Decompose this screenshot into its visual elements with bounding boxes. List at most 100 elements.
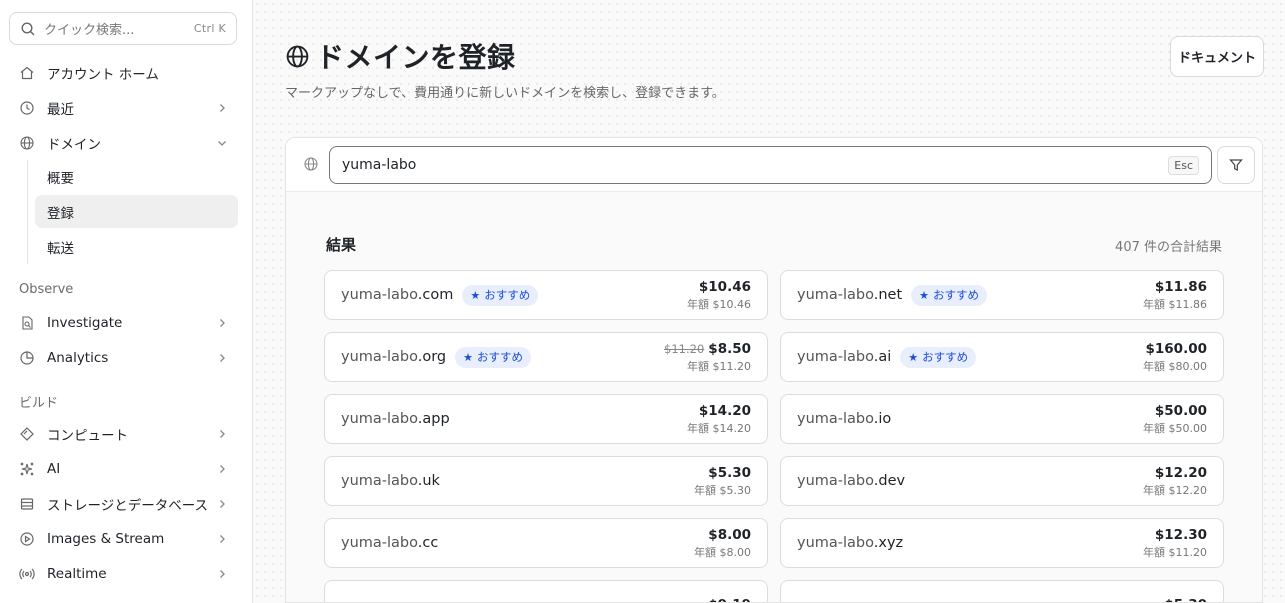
domain-result-card[interactable]: yuma-labo.net ★ おすすめ $11.86 年額 $11.86 (780, 270, 1224, 320)
domain-result-card[interactable]: $9.19 (324, 580, 768, 602)
nav-domains[interactable]: ドメイン (9, 127, 238, 159)
domain-name: yuma-labo.cc (341, 535, 438, 551)
domain-tld: .io (873, 411, 892, 427)
current-price: $5.30 (708, 464, 751, 481)
domain-base: yuma-labo (341, 411, 418, 427)
domain-result-card[interactable]: yuma-labo.org ★ おすすめ $11.20 $8.50 年額 $11.20 (324, 332, 768, 382)
search-icon (21, 21, 35, 35)
star-icon: ★ (908, 350, 919, 364)
star-icon: ★ (463, 350, 474, 364)
domain-result-card[interactable]: yuma-labo.xyz $12.30 年額 $11.20 (780, 518, 1224, 568)
recommended-badge: ★ おすすめ (455, 346, 532, 368)
price: $9.19 (708, 597, 751, 602)
nav-realtime[interactable]: Realtime (9, 558, 238, 590)
broadcast-icon (19, 568, 35, 580)
results-title: 結果 (326, 236, 357, 254)
nav-investigate[interactable]: Investigate (9, 307, 238, 339)
current-price: $11.86 (1154, 278, 1207, 295)
domain-result-card[interactable]: $5.30 (780, 580, 1224, 602)
compute-icon (20, 427, 34, 441)
domain-base: yuma-labo (797, 473, 874, 489)
page-header: ドメインを登録 (285, 36, 516, 76)
chevron-right-icon (220, 570, 225, 578)
section-observe: Observe (19, 282, 74, 297)
price: $12.20 (1143, 465, 1207, 481)
price-block: $12.20 年額 $12.20 (1143, 465, 1207, 498)
price-block: $160.00 年額 $80.00 (1143, 341, 1207, 374)
quick-search-input[interactable]: クイック検索... Ctrl K (9, 12, 237, 45)
current-price: $8.00 (708, 526, 751, 543)
nav-ai[interactable]: AI (9, 453, 238, 485)
domain-result-card[interactable]: yuma-labo.ai ★ おすすめ $160.00 年額 $80.00 (780, 332, 1224, 382)
price: $14.20 (687, 403, 751, 419)
search-placeholder: クイック検索... (44, 23, 135, 38)
page-subtitle: マークアップなしで、費用通りに新しいドメインを検索し、登録できます。 (285, 86, 725, 101)
section-build: ビルド (19, 396, 59, 411)
nav-domains-register[interactable]: 登録 (35, 195, 238, 228)
clock-icon (20, 101, 34, 115)
nav-images-stream[interactable]: Images & Stream (9, 523, 238, 555)
esc-key-hint[interactable]: Esc (1168, 155, 1199, 175)
nav-label: アカウント ホーム (47, 67, 159, 83)
domain-search-input[interactable]: yuma-labo Esc (329, 146, 1212, 184)
nav-label: Investigate (47, 315, 123, 331)
price: $8.00 (694, 527, 751, 543)
domain-result-card[interactable]: yuma-labo.io $50.00 年額 $50.00 (780, 394, 1224, 444)
submenu-guide-line (27, 160, 28, 264)
domain-tld: .net (873, 287, 903, 303)
nav-recent[interactable]: 最近 (9, 92, 238, 124)
annual-price: 年額 $8.00 (694, 545, 751, 559)
nav-analytics[interactable]: Analytics (9, 342, 238, 374)
domain-tld: .uk (417, 473, 440, 489)
domain-name: yuma-labo.ai (797, 349, 891, 365)
page-title: ドメインを登録 (316, 41, 516, 74)
globe-icon (286, 45, 309, 67)
recommended-label: おすすめ (922, 350, 969, 364)
domain-base: yuma-labo (341, 535, 418, 551)
price-block: $11.20 $8.50 年額 $11.20 (664, 341, 751, 374)
chevron-right-icon (220, 430, 225, 438)
recommended-badge: ★ おすすめ (911, 284, 988, 306)
domain-name: yuma-labo.net (797, 287, 902, 303)
chevron-right-icon (220, 500, 225, 508)
domain-name: yuma-labo.app (341, 411, 450, 427)
current-price: $50.00 (1154, 402, 1207, 419)
price: $5.30 (694, 465, 751, 481)
domain-name: yuma-labo.dev (797, 473, 905, 489)
domain-tld: .com (417, 287, 454, 303)
current-price: $5.30 (1164, 597, 1207, 602)
domain-base: yuma-labo (797, 535, 874, 551)
domain-result-card[interactable]: yuma-labo.dev $12.20 年額 $12.20 (780, 456, 1224, 506)
filter-icon (1229, 159, 1243, 171)
nav-domains-overview[interactable]: 概要 (35, 160, 238, 193)
price-block: $8.00 年額 $8.00 (694, 527, 751, 560)
chevron-right-icon (220, 354, 225, 362)
nav-account-home[interactable]: アカウント ホーム (9, 57, 238, 89)
recommended-badge: ★ おすすめ (462, 284, 539, 306)
investigate-icon (22, 316, 33, 330)
nav-storage[interactable]: ストレージとデータベース (9, 488, 238, 520)
domain-tld: .xyz (873, 535, 904, 551)
price-block: $10.46 年額 $10.46 (687, 279, 751, 312)
domain-result-card[interactable]: yuma-labo.app $14.20 年額 $14.20 (324, 394, 768, 444)
pie-chart-icon (20, 351, 34, 365)
filter-button[interactable] (1217, 146, 1255, 184)
nav-compute[interactable]: コンピュート (9, 418, 238, 450)
domain-result-card[interactable]: yuma-labo.com ★ おすすめ $10.46 年額 $10.46 (324, 270, 768, 320)
documentation-button[interactable]: ドキュメント (1170, 36, 1264, 77)
domain-tld: .app (417, 411, 450, 427)
domain-name: yuma-labo.xyz (797, 535, 903, 551)
nav-domains-transfer[interactable]: 転送 (35, 230, 238, 263)
original-price: $11.20 (664, 341, 705, 356)
recommended-label: おすすめ (477, 350, 524, 364)
database-icon (20, 498, 34, 510)
price: $12.30 (1143, 527, 1207, 543)
globe-icon (304, 157, 318, 171)
domain-result-card[interactable]: yuma-labo.uk $5.30 年額 $5.30 (324, 456, 768, 506)
price-block: $12.30 年額 $11.20 (1143, 527, 1207, 560)
domain-tld: .cc (417, 535, 439, 551)
domain-name: yuma-labo.uk (341, 473, 440, 489)
domain-result-card[interactable]: yuma-labo.cc $8.00 年額 $8.00 (324, 518, 768, 568)
annual-price: 年額 $11.86 (1143, 297, 1207, 311)
chevron-right-icon (220, 319, 225, 327)
